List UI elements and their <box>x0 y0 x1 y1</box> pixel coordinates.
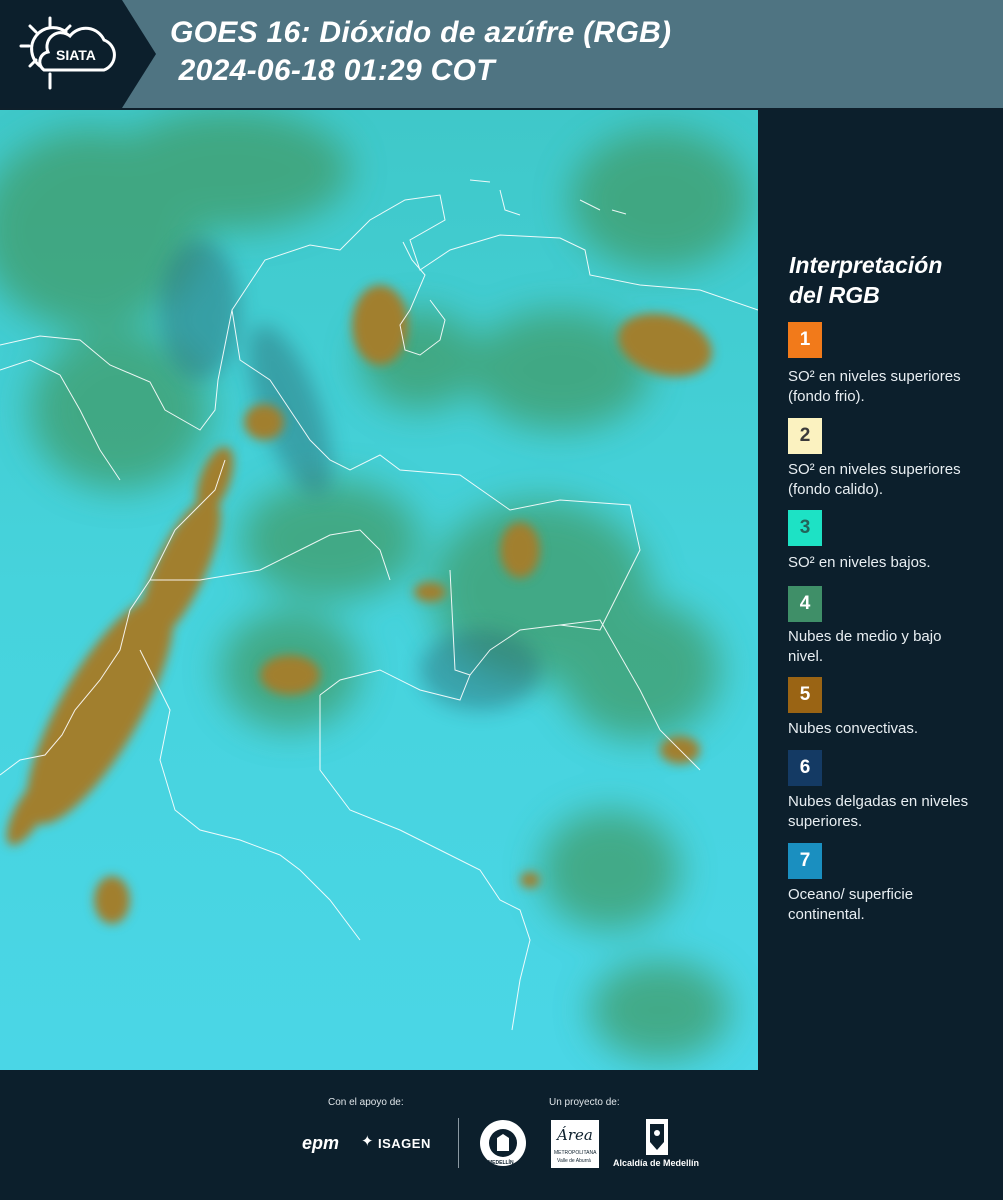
legend-title-line2: del RGB <box>789 282 880 308</box>
legend-label-5: Nubes convectivas. <box>788 720 919 737</box>
project-label: Un proyecto de: <box>549 1097 620 1108</box>
satellite-image <box>0 110 758 1070</box>
legend-label-4: Nubes de medio y bajo nivel. <box>788 628 942 665</box>
legend-label-7: Oceano/ superficie continental. <box>788 886 914 923</box>
header-bar: SIATA GOES 16: Dióxido de azúfre (RGB) 2… <box>0 0 1003 108</box>
alcaldia-shield-icon <box>646 1119 668 1155</box>
siata-logo: SIATA <box>0 0 158 108</box>
legend-swatch-3: 3 <box>788 510 822 546</box>
satellite-map[interactable] <box>0 110 758 1070</box>
epm-logo: epm <box>302 1133 340 1153</box>
area-metropolitana-logo: Área METROPOLITANA Valle de Aburrá <box>551 1120 599 1168</box>
footer-bar: Con el apoyo de: Un proyecto de: epm ✦ I… <box>0 1070 1003 1200</box>
isagen-mark-icon: ✦ <box>361 1133 374 1150</box>
alcaldia-label: Alcaldía de Medellín <box>613 1158 700 1168</box>
isagen-logo: ISAGEN <box>378 1136 431 1151</box>
legend-swatch-5: 5 <box>788 677 822 713</box>
area-logo-sub2: Valle de Aburrá <box>557 1158 591 1164</box>
legend-swatch-1: 1 <box>788 322 822 358</box>
legend-title: Interpretación del RGB <box>789 250 942 310</box>
page-title: GOES 16: Dióxido de azúfre (RGB) 2024-06… <box>170 14 671 90</box>
support-label: Con el apoyo de: <box>328 1097 404 1108</box>
title-product: GOES 16: Dióxido de azúfre (RGB) <box>170 16 672 49</box>
legend-swatch-6: 6 <box>788 750 822 786</box>
legend-swatch-2: 2 <box>788 418 822 454</box>
legend-title-line1: Interpretación <box>789 252 943 278</box>
medellin-seal-text: MEDELLÍN <box>488 1160 514 1166</box>
legend-panel: Interpretación del RGB 1 SO² en niveles … <box>760 110 1003 1070</box>
legend-swatch-4: 4 <box>788 586 822 622</box>
footer-divider <box>458 1118 459 1168</box>
legend-swatch-7: 7 <box>788 843 822 879</box>
area-logo-sub: METROPOLITANA <box>554 1150 597 1156</box>
legend-label-2: SO² en niveles superiores (fondo calido)… <box>788 461 961 498</box>
legend-label-6: Nubes delgadas en niveles superiores. <box>788 793 969 830</box>
area-logo-word: Área <box>557 1126 593 1144</box>
logo-text: SIATA <box>56 47 96 63</box>
legend-label-1: SO² en niveles superiores (fondo frio). <box>788 368 961 405</box>
legend-label-3: SO² en niveles bajos. <box>788 554 931 571</box>
title-timestamp: 2024-06-18 01:29 COT <box>170 54 495 87</box>
